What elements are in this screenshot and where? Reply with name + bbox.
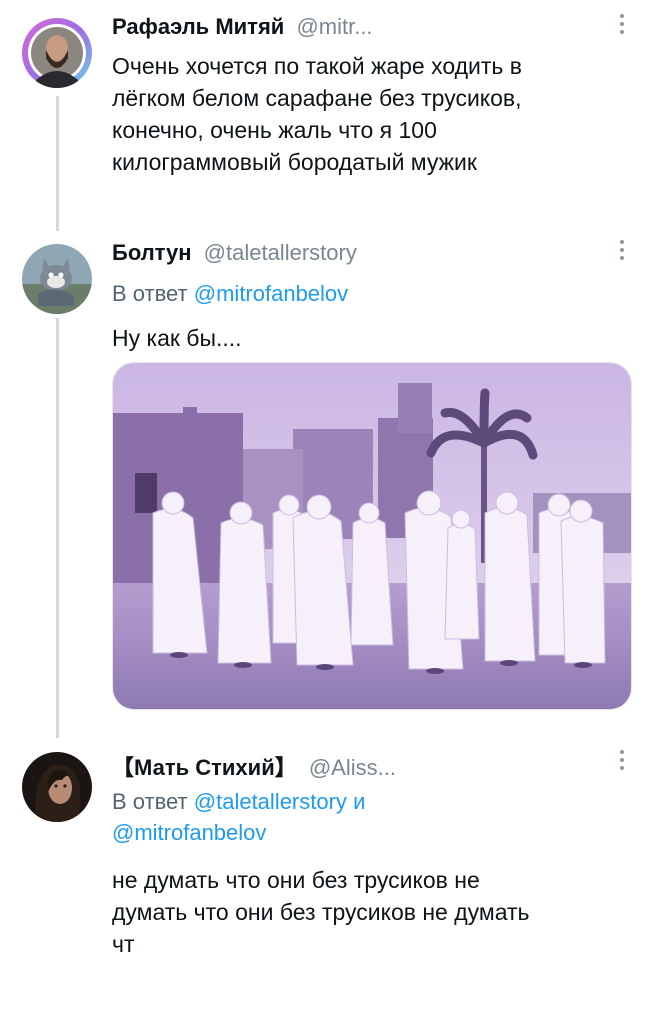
tweet-text: Ну как бы.... <box>112 322 242 354</box>
tweet-header: Рафаэль Митяй @mitr... <box>112 14 373 40</box>
tweet-3[interactable]: 【Мать Стихий】 @Aliss... В ответ @taletal… <box>0 736 651 1024</box>
tweet-text-line: лёгком белом сарафане без трусиков, <box>112 85 522 111</box>
more-options-icon[interactable] <box>619 14 625 38</box>
reply-mention-link[interactable]: @mitrofanbelov <box>194 281 348 306</box>
tweet-header: 【Мать Стихий】 @Aliss... <box>112 750 396 782</box>
more-options-icon[interactable] <box>619 750 625 774</box>
tweet-text-line: конечно, очень жаль что я 100 <box>112 117 437 143</box>
avatar-cartoon-cat[interactable] <box>22 244 92 314</box>
reply-mention-link[interactable]: @taletallerstory <box>194 789 347 814</box>
tweet-header: Болтун @taletallerstory <box>112 240 357 266</box>
tweet-text-line: чт <box>112 931 135 957</box>
author-handle[interactable]: @taletallerstory <box>204 240 357 265</box>
tweet-text-line: Ну как бы.... <box>112 325 242 351</box>
tweet-text: Очень хочется по такой жаре ходить в лёг… <box>112 50 522 178</box>
author-handle[interactable]: @mitr... <box>296 14 372 39</box>
photo-men-in-white-robes <box>113 363 631 709</box>
tweet-media-photo[interactable] <box>112 362 632 710</box>
tweet-text-line: Очень хочется по такой жаре ходить в <box>112 53 523 79</box>
author-name[interactable]: Рафаэль Митяй <box>112 14 284 39</box>
reply-context: В ответ @mitrofanbelov <box>112 278 348 309</box>
reply-context: В ответ @taletallerstory и @mitrofanbelo… <box>112 786 365 848</box>
reply-prefix: В ответ <box>112 281 188 306</box>
reply-mention-link[interactable]: @mitrofanbelov <box>112 820 266 845</box>
tweet-text-line: думать что они без трусиков не думать <box>112 899 530 925</box>
tweet-1[interactable]: Рафаэль Митяй @mitr... Очень хочется по … <box>0 0 651 210</box>
more-options-icon[interactable] <box>619 240 625 264</box>
tweet-text-line: килограммовый бородатый мужик <box>112 149 477 175</box>
author-name[interactable]: Болтун <box>112 240 192 265</box>
reply-joiner: и <box>353 789 366 814</box>
avatar-bearded-man[interactable] <box>22 18 92 88</box>
author-name[interactable]: 【Мать Стихий】 <box>112 755 297 780</box>
tweet-text-line: не думать что они без трусиков не <box>112 867 480 893</box>
reply-prefix: В ответ <box>112 789 188 814</box>
tweet-text: не думать что они без трусиков не думать… <box>112 864 530 960</box>
author-handle[interactable]: @Aliss... <box>309 755 396 780</box>
avatar-woman[interactable] <box>22 752 92 822</box>
